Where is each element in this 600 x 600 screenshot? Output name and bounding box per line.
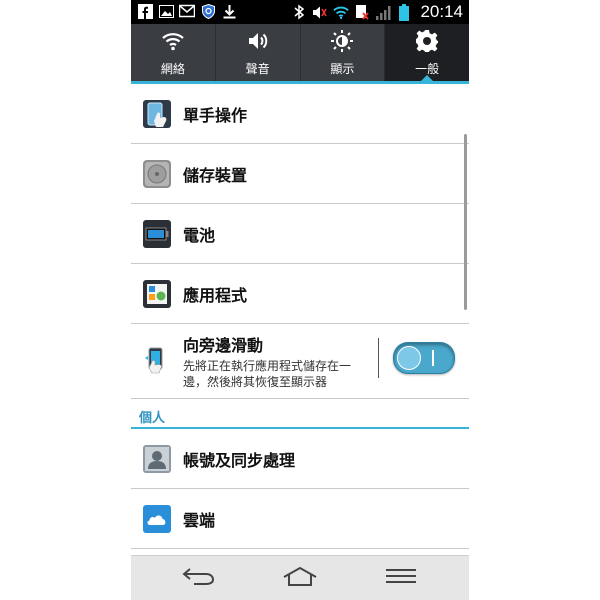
cloud-icon (143, 504, 171, 533)
status-bar: 20:14 (131, 0, 469, 24)
list-item-battery[interactable]: 電池 (131, 204, 469, 264)
accounts-icon (143, 444, 171, 473)
signal-icon (375, 4, 391, 20)
home-icon (282, 566, 318, 590)
slide-aside-toggle[interactable] (393, 342, 455, 374)
list-item-title: 應用程式 (183, 285, 248, 305)
list-item-title: 向旁邊滑動 (183, 336, 264, 355)
tab-label: 顯示 (330, 61, 355, 76)
toggle-divider (378, 338, 379, 378)
list-item-accounts[interactable]: 帳號及同步處理 (131, 429, 469, 489)
wifi-icon (161, 29, 185, 57)
navigation-bar (131, 555, 469, 600)
section-header-personal: 個人 (131, 399, 469, 429)
phone-screen: 20:14 網絡 聲音 顯示 一般 單手操作 儲存裝置 電池 應用程式 向旁邊滑… (131, 0, 469, 600)
list-item-storage[interactable]: 儲存裝置 (131, 144, 469, 204)
gear-icon (415, 29, 439, 57)
status-time: 20:14 (420, 2, 463, 21)
list-item-one-hand[interactable]: 單手操作 (131, 84, 469, 144)
wifi-icon (333, 4, 350, 20)
list-item-title: 帳號及同步處理 (183, 450, 296, 470)
speaker-icon (246, 29, 270, 57)
storage-icon (143, 159, 171, 188)
shield-icon (200, 3, 216, 19)
download-icon (221, 3, 237, 19)
back-button[interactable] (179, 564, 219, 592)
bluetooth-icon (291, 4, 307, 20)
list-item-title: 電池 (183, 225, 216, 245)
back-icon (182, 566, 216, 590)
tab-sound[interactable]: 聲音 (216, 24, 301, 81)
toggle-knob (397, 346, 421, 370)
gallery-icon (158, 3, 174, 19)
facebook-icon (137, 3, 153, 19)
list-item-title: 雲端 (183, 510, 216, 530)
menu-icon (386, 568, 416, 588)
list-item-title: 單手操作 (183, 105, 248, 125)
section-label: 個人 (139, 411, 166, 426)
toggle-on-mark (432, 350, 434, 366)
tab-label: 一般 (415, 61, 440, 76)
battery-icon (143, 219, 171, 248)
sim-icon (354, 4, 370, 20)
list-item-cloud[interactable]: 雲端 (131, 489, 469, 549)
slide-aside-icon (143, 346, 171, 374)
brightness-icon (330, 29, 354, 57)
gmail-icon (179, 3, 195, 19)
list-item-apps[interactable]: 應用程式 (131, 264, 469, 324)
menu-button[interactable] (381, 564, 421, 592)
home-button[interactable] (280, 564, 320, 592)
apps-icon (143, 279, 171, 308)
volume-icon (312, 4, 328, 20)
list-item-slide-aside[interactable]: 向旁邊滑動 先將正在執行應用程式儲存在一邊，然後將其恢復至顯示器 (131, 324, 469, 399)
tab-display[interactable]: 顯示 (301, 24, 386, 81)
one-hand-icon (143, 99, 171, 128)
scrollbar[interactable] (464, 134, 467, 310)
tab-label: 聲音 (245, 61, 270, 76)
quick-settings-tabs: 網絡 聲音 顯示 一般 (131, 24, 469, 81)
list-item-title: 儲存裝置 (183, 165, 248, 185)
list-item-subtitle: 先將正在執行應用程式儲存在一邊，然後將其恢復至顯示器 (183, 359, 352, 389)
battery-icon (396, 3, 412, 21)
tab-network[interactable]: 網絡 (131, 24, 216, 81)
tab-general[interactable]: 一般 (385, 24, 469, 81)
settings-list: 單手操作 儲存裝置 電池 應用程式 向旁邊滑動 先將正在執行應用程式儲存在一邊，… (131, 84, 469, 549)
tab-label: 網絡 (160, 61, 185, 76)
